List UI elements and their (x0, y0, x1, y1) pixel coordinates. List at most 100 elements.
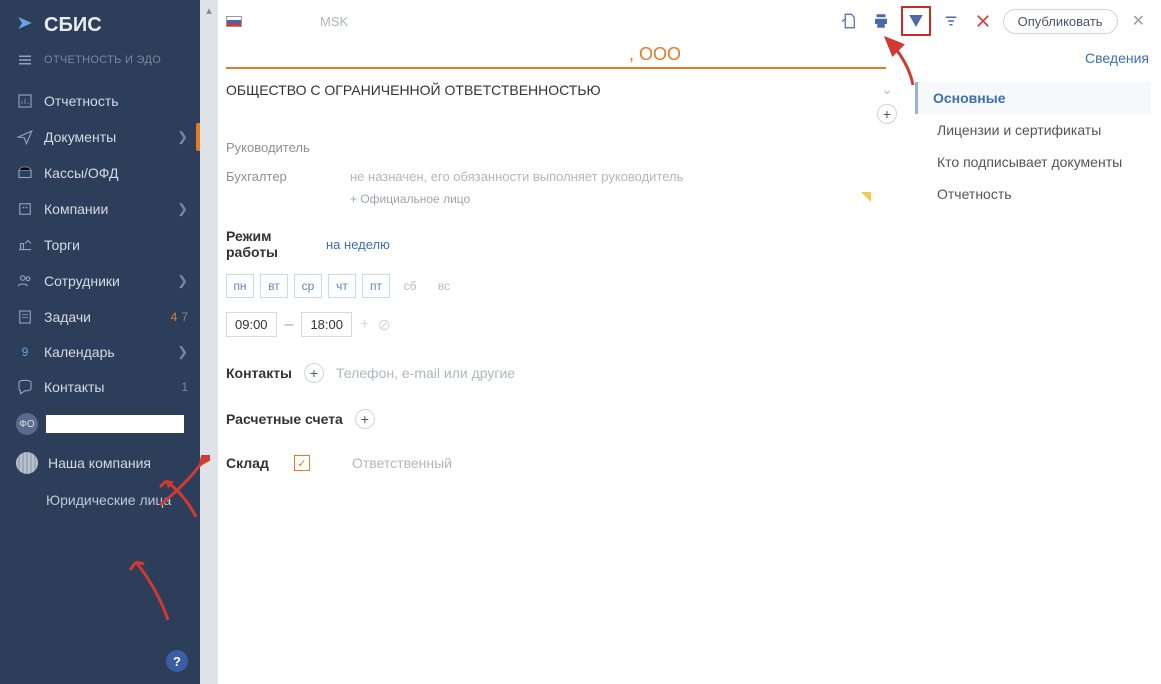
stock-checkbox[interactable]: ✓ (294, 455, 310, 471)
company-name-suffix: , OOO (226, 44, 901, 65)
nav-our-company[interactable]: Наша компания (0, 443, 200, 483)
send-button[interactable] (904, 9, 928, 33)
leader-label: Руководитель (226, 140, 326, 155)
nav-report[interactable]: Отчетность (0, 83, 200, 119)
day-we[interactable]: ср (294, 274, 322, 298)
rpanel-signers[interactable]: Кто подписывает документы (933, 146, 1151, 178)
day-mo[interactable]: пн (226, 274, 254, 298)
avatar: ФО (16, 413, 38, 435)
dash: – (285, 316, 294, 334)
contacts-placeholder: Телефон, e-mail или другие (336, 365, 515, 381)
rpanel-main[interactable]: Основные (915, 82, 1151, 114)
scroll-up-icon[interactable]: ▴ (206, 4, 212, 17)
publish-button[interactable]: Опубликовать (1003, 9, 1118, 34)
menu-icon (16, 51, 34, 69)
right-panel: Сведения Основные Лицензии и сертификаты… (915, 40, 1161, 684)
filter-button[interactable] (939, 9, 963, 33)
contacts-icon (16, 378, 34, 396)
nav-item-label: Документы (44, 129, 116, 145)
subtitle-row[interactable]: ОТЧЕТНОСТЬ И ЭДО (0, 45, 200, 83)
company-avatar-icon (16, 452, 38, 474)
topbar: MSK Опубликовать ✕ (218, 0, 1161, 40)
corner-marker (861, 192, 871, 202)
divider (226, 67, 886, 69)
logo-icon (16, 14, 34, 37)
add-official-link[interactable]: + Официальное лицо (350, 192, 470, 206)
nav-contacts[interactable]: Контакты 1 (0, 369, 200, 405)
time-to-input[interactable]: 18:00 (301, 312, 352, 337)
nav-legal-entities[interactable]: Юридические лица (0, 483, 200, 517)
help-button[interactable]: ? (166, 650, 188, 672)
nav-item-label: Календарь (44, 344, 115, 360)
schedule-label: Режим работы (226, 228, 326, 260)
print-button[interactable] (869, 9, 893, 33)
add-account-button[interactable]: + (355, 409, 375, 429)
report-icon (16, 92, 34, 110)
nav-item-label: Задачи (44, 309, 91, 325)
form-area: , OOO ОБЩЕСТВО С ОГРАНИЧЕННОЙ ОТВЕТСТВЕН… (218, 40, 915, 684)
nav-employees[interactable]: Сотрудники ❯ (0, 263, 200, 299)
region-field[interactable] (250, 12, 312, 30)
nav-companies[interactable]: Компании ❯ (0, 191, 200, 227)
chevron-right-icon: ❯ (177, 273, 188, 289)
accountant-hint: не назначен, его обязанности выполняет р… (350, 169, 683, 184)
rpanel-header[interactable]: Сведения (933, 44, 1151, 82)
time-from-input[interactable]: 09:00 (226, 312, 277, 337)
nav-item-label: Компании (44, 201, 108, 217)
add-contact-button[interactable]: + (304, 363, 324, 383)
nav-item-label: Контакты (44, 379, 104, 395)
active-marker (196, 123, 200, 151)
nav-documents[interactable]: Документы ❯ (0, 119, 200, 155)
org-type-label: ОБЩЕСТВО С ОГРАНИЧЕННОЙ ОТВЕТСТВЕННОСТЬЮ (226, 82, 601, 98)
add-time-icon[interactable]: + (360, 316, 369, 334)
torgi-icon (16, 236, 34, 254)
contacts-label: Контакты (226, 365, 292, 381)
highlighted-button-frame (901, 6, 931, 36)
schedule-row: Режим работы на неделю (226, 228, 901, 260)
accounts-section: Расчетные счета + (226, 409, 901, 429)
delete-button[interactable] (971, 9, 995, 33)
accounts-label: Расчетные счета (226, 411, 343, 427)
nav-item-label: Торги (44, 237, 80, 253)
chevron-right-icon: ❯ (177, 201, 188, 217)
nav-item-label: Кассы/ОФД (44, 165, 118, 181)
fo-input[interactable] (46, 415, 184, 433)
schedule-link[interactable]: на неделю (326, 237, 390, 252)
nav: Отчетность Документы ❯ Кассы/ОФД Компани… (0, 83, 200, 684)
nav-item-label: Наша компания (48, 455, 151, 471)
kassy-icon (16, 164, 34, 182)
badge-count: 1 (181, 380, 188, 394)
accountant-row: Бухгалтер не назначен, его обязанности в… (226, 169, 901, 184)
org-type-row[interactable]: ОБЩЕСТВО С ОГРАНИЧЕННОЙ ОТВЕТСТВЕННОСТЬЮ… (226, 81, 901, 98)
stamp-button[interactable] (837, 9, 861, 33)
chevron-down-icon: ⌄ (881, 81, 901, 98)
no-break-icon[interactable]: ⊘ (377, 315, 390, 335)
day-sa[interactable]: сб (396, 274, 424, 298)
chevron-right-icon: ❯ (177, 344, 188, 360)
day-th[interactable]: чт (328, 274, 356, 298)
nav-torgi[interactable]: Торги (0, 227, 200, 263)
stock-hint: Ответственный (352, 455, 452, 471)
nav-item-label: Сотрудники (44, 273, 120, 289)
day-fr[interactable]: пт (362, 274, 390, 298)
calendar-icon: 9 (16, 345, 34, 359)
paper-plane-icon (16, 128, 34, 146)
add-official-row[interactable]: + Официальное лицо (226, 192, 901, 206)
close-button[interactable]: ✕ (1126, 11, 1151, 31)
accountant-label: Бухгалтер (226, 169, 326, 184)
rpanel-reporting[interactable]: Отчетность (933, 178, 1151, 210)
stock-label: Склад (226, 455, 282, 471)
nav-item-label: Отчетность (44, 93, 119, 109)
nav-tasks[interactable]: Задачи 47 (0, 299, 200, 335)
nav-kassy[interactable]: Кассы/ОФД (0, 155, 200, 191)
add-button[interactable]: + (877, 104, 897, 124)
days-row: пн вт ср чт пт сб вс (226, 274, 901, 298)
day-su[interactable]: вс (430, 274, 458, 298)
day-tu[interactable]: вт (260, 274, 288, 298)
fo-row[interactable]: ФО (0, 405, 200, 443)
nav-calendar[interactable]: 9 Календарь ❯ (0, 335, 200, 369)
rpanel-licenses[interactable]: Лицензии и сертификаты (933, 114, 1151, 146)
flag-icon (226, 16, 242, 27)
tasks-icon (16, 308, 34, 326)
scrollbar[interactable]: ▴ (200, 0, 218, 684)
